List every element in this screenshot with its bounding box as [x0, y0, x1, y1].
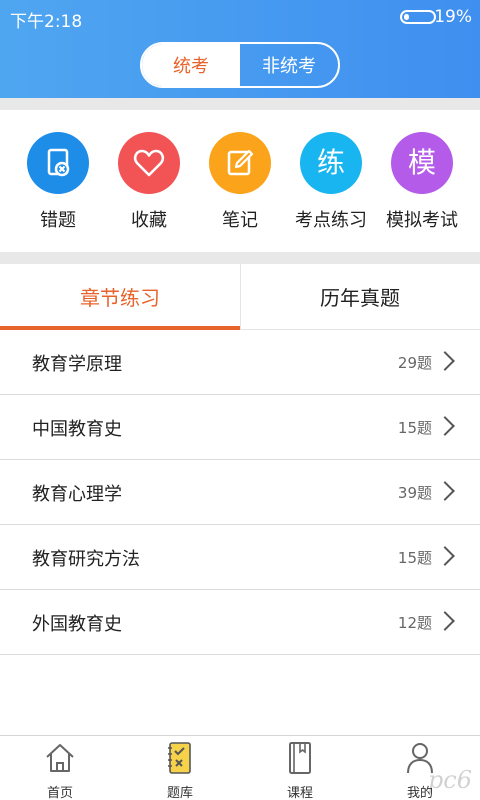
nav-label: 课程 [286, 786, 313, 800]
list-item[interactable]: 教育心理学 39题 [0, 460, 480, 525]
battery-icon [400, 10, 436, 24]
list-item[interactable]: 教育学原理 29题 [0, 330, 480, 395]
question-bank-icon [168, 742, 191, 774]
tab-chapter-practice[interactable]: 章节练习 [0, 264, 240, 330]
home-icon [46, 744, 74, 772]
chevron-right-icon [435, 416, 455, 436]
book-icon [289, 742, 311, 774]
chevron-right-icon [435, 611, 455, 631]
nav-question-bank[interactable]: 题库 [120, 736, 240, 800]
section-divider [0, 98, 480, 110]
quick-action-label: 错题 [40, 210, 76, 231]
exam-type-switch: 统考 非统考 [140, 42, 340, 88]
bottom-nav: 首页 题库 课程 我的 [0, 735, 480, 800]
section-divider [0, 252, 480, 264]
chapter-list: 教育学原理 29题 中国教育史 15题 教育心理学 39题 教育研究方法 15题… [0, 330, 480, 655]
chapter-title: 教育心理学 [32, 484, 122, 505]
nav-courses[interactable]: 课程 [240, 736, 360, 800]
quick-action-label: 笔记 [222, 210, 258, 231]
lian-glyph: 练 [316, 146, 345, 179]
quick-action-favorites[interactable]: 收藏 [103, 132, 195, 232]
segment-non-unified-exam[interactable]: 非统考 [240, 44, 338, 86]
mo-char-icon: 模 [391, 132, 453, 194]
quick-action-notes[interactable]: 笔记 [194, 132, 286, 232]
chevron-right-icon [435, 481, 455, 501]
quick-action-point-practice[interactable]: 练 考点练习 [285, 132, 377, 232]
note-edit-icon [209, 132, 271, 194]
nav-label: 题库 [166, 786, 193, 800]
chevron-right-icon [435, 546, 455, 566]
quick-action-mock-exam[interactable]: 模 模拟考试 [376, 132, 468, 232]
segment-unified-exam[interactable]: 统考 [142, 44, 240, 86]
chevron-right-icon [435, 351, 455, 371]
quick-actions: 错题 收藏 笔记 练 考点练习 模 模拟考试 [0, 110, 480, 252]
chapter-title: 教育学原理 [32, 354, 122, 375]
list-item[interactable]: 教育研究方法 15题 [0, 525, 480, 590]
heart-icon [118, 132, 180, 194]
question-count: 12题 [397, 614, 432, 632]
battery-level [404, 14, 409, 20]
chapter-title: 中国教育史 [32, 419, 122, 440]
quick-action-label: 模拟考试 [386, 210, 458, 231]
nav-label: 首页 [46, 786, 73, 800]
quick-action-label: 考点练习 [295, 210, 367, 231]
lian-char-icon: 练 [300, 132, 362, 194]
tab-past-exams[interactable]: 历年真题 [240, 264, 480, 329]
quick-action-wrong-questions[interactable]: 错题 [12, 132, 104, 232]
quick-action-label: 收藏 [131, 210, 167, 231]
watermark-logo: pc6 [427, 766, 472, 794]
question-count: 15题 [397, 549, 432, 567]
tab-divider [240, 264, 241, 330]
chapter-title: 外国教育史 [32, 614, 122, 635]
list-item[interactable]: 中国教育史 15题 [0, 395, 480, 460]
status-time: 下午2:18 [10, 12, 83, 32]
question-count: 39题 [397, 484, 432, 502]
nav-home[interactable]: 首页 [0, 736, 120, 800]
wrong-question-icon [27, 132, 89, 194]
mo-glyph: 模 [407, 146, 436, 179]
list-item[interactable]: 外国教育史 12题 [0, 590, 480, 655]
question-count: 29题 [397, 354, 432, 372]
app-header: 下午2:18 19% 统考 非统考 [0, 0, 480, 98]
battery-percentage: 19% [434, 7, 472, 27]
chapter-title: 教育研究方法 [32, 549, 140, 570]
question-count: 15题 [397, 419, 432, 437]
status-bar: 下午2:18 19% [0, 0, 480, 34]
